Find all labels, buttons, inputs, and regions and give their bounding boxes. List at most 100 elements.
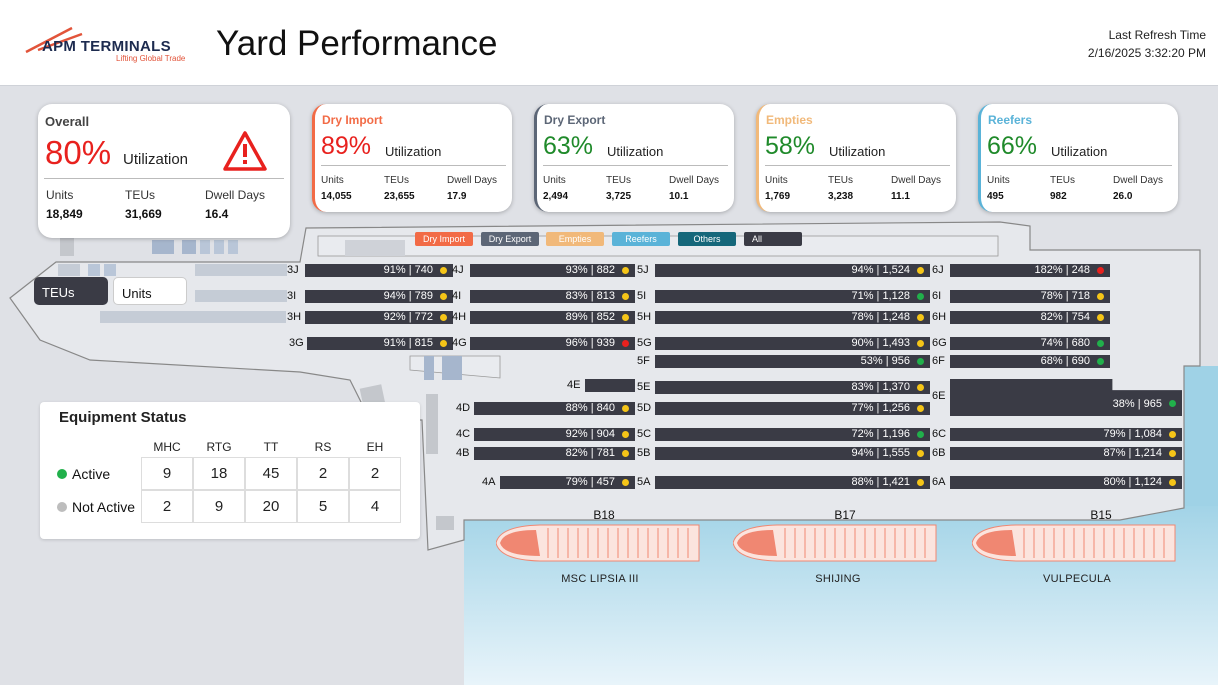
filter-empties-button[interactable]: Empties [546, 232, 604, 246]
status-dot-yellow [622, 267, 629, 274]
yard-block-4d[interactable]: 88% | 840 [474, 402, 635, 415]
units-toggle-button[interactable]: Units [113, 277, 187, 305]
units-label: Units [321, 175, 344, 186]
vessel-icon-b17[interactable] [733, 524, 937, 562]
filter-others-button[interactable]: Others [678, 232, 736, 246]
active-eh-cell: 2 [349, 457, 401, 490]
utilization-label: Utilization [1051, 144, 1108, 159]
block-utilization-text: 83% | 1,370 [851, 381, 910, 393]
yard-block-4c[interactable]: 92% | 904 [474, 428, 635, 441]
block-utilization-text: 94% | 789 [383, 290, 433, 302]
column-header-rs: RS [314, 440, 332, 454]
not-active-tt-cell: 20 [245, 490, 297, 523]
active-mhc-cell: 9 [141, 457, 193, 490]
status-dot-yellow [440, 340, 447, 347]
vessel-name-b18: MSC LIPSIA III [561, 573, 639, 585]
block-label-3g: 3G [289, 337, 304, 349]
units-label: Units [543, 175, 566, 186]
yard-block-5j[interactable]: 94% | 1,524 [655, 264, 930, 277]
yard-block-6h[interactable]: 82% | 754 [950, 311, 1110, 324]
berth-label-b15: B15 [1090, 508, 1112, 522]
status-dot-yellow [1097, 314, 1104, 321]
kpi-card-overall[interactable]: Overall 80% Utilization Units 18,849 TEU… [38, 104, 290, 238]
status-dot-yellow [917, 479, 924, 486]
yard-block-6f[interactable]: 68% | 690 [950, 355, 1110, 368]
yard-block-6j[interactable]: 182% | 248 [950, 264, 1110, 277]
yard-block-5h[interactable]: 78% | 1,248 [655, 311, 930, 324]
yard-block-5e[interactable]: 83% | 1,370 [655, 381, 930, 394]
teus-value: 3,238 [828, 191, 854, 202]
status-dot-yellow [440, 293, 447, 300]
not-active-label: Not Active [72, 499, 136, 515]
filter-reefers-button[interactable]: Reefers [612, 232, 670, 246]
utilization-value: 63% [543, 132, 594, 160]
yard-block-5c[interactable]: 72% | 1,196 [655, 428, 930, 441]
yard-block-6b[interactable]: 87% | 1,214 [950, 447, 1182, 460]
yard-block-5b[interactable]: 94% | 1,555 [655, 447, 930, 460]
units-label: Units [987, 175, 1010, 186]
yard-block-4g[interactable]: 96% | 939 [470, 337, 635, 350]
yard-block-4e[interactable] [585, 379, 635, 392]
yard-block-4a[interactable]: 79% | 457 [500, 476, 635, 489]
yard-block-6a[interactable]: 80% | 1,124 [950, 476, 1182, 489]
kpi-card-empties[interactable]: Empties 58% Utilization Units 1,769 TEUs… [756, 104, 956, 212]
units-value: 18,849 [46, 207, 83, 221]
card-title: Empties [766, 113, 813, 127]
filter-all-button[interactable]: All [744, 232, 802, 246]
vessel-name-b17: SHIJING [815, 573, 861, 585]
filter-dry-export-button[interactable]: Dry Export [481, 232, 539, 246]
yard-block-5d[interactable]: 77% | 1,256 [655, 402, 930, 415]
status-dot-green [1097, 340, 1104, 347]
block-label-5f: 5F [637, 355, 650, 367]
block-utilization-text: 182% | 248 [1034, 264, 1090, 276]
vessel-icon-b15[interactable] [972, 524, 1176, 562]
block-utilization-text: 94% | 1,524 [851, 264, 910, 276]
status-dot-green [917, 358, 924, 365]
active-rtg-cell: 18 [193, 457, 245, 490]
berth-label-b17: B17 [834, 508, 856, 522]
yard-block-5a[interactable]: 88% | 1,421 [655, 476, 930, 489]
yard-block-3g[interactable]: 91% | 815 [307, 337, 453, 350]
yard-block-5i[interactable]: 71% | 1,128 [655, 290, 930, 303]
status-dot-yellow [1169, 479, 1176, 486]
status-dot-yellow [1169, 450, 1176, 457]
yard-block-6i[interactable]: 78% | 718 [950, 290, 1110, 303]
yard-block-4h[interactable]: 89% | 852 [470, 311, 635, 324]
block-label-5e: 5E [637, 381, 651, 393]
block-utilization-text: 72% | 1,196 [851, 428, 910, 440]
units-label: Units [765, 175, 788, 186]
yard-block-4i[interactable]: 83% | 813 [470, 290, 635, 303]
units-value: 1,769 [765, 191, 791, 202]
block-label-5j: 5J [637, 264, 649, 276]
vessel-name-b15: VULPECULA [1042, 573, 1112, 585]
kpi-card-dry-export[interactable]: Dry Export 63% Utilization Units 2,494 T… [534, 104, 734, 212]
yard-block-3i[interactable]: 94% | 789 [305, 290, 453, 303]
kpi-card-dry-import[interactable]: Dry Import 89% Utilization Units 14,055 … [312, 104, 512, 212]
status-dot-yellow [622, 431, 629, 438]
column-header-rtg: RTG [206, 440, 232, 454]
kpi-card-reefers[interactable]: Reefers 66% Utilization Units 495 TEUs 9… [978, 104, 1178, 212]
active-label: Active [72, 466, 111, 482]
yard-block-3h[interactable]: 92% | 772 [305, 311, 453, 324]
block-label-4i: 4I [452, 290, 462, 302]
utilization-label: Utilization [829, 144, 886, 159]
yard-block-4b[interactable]: 82% | 781 [474, 447, 635, 460]
block-label-4a: 4A [482, 476, 496, 488]
warning-icon [223, 131, 267, 171]
teus-label: TEUs [384, 175, 409, 186]
block-label-3i: 3I [287, 290, 297, 302]
yard-block-5g[interactable]: 90% | 1,493 [655, 337, 930, 350]
status-dot-yellow [1169, 431, 1176, 438]
yard-block-6c[interactable]: 79% | 1,084 [950, 428, 1182, 441]
teus-value: 982 [1050, 191, 1067, 202]
yard-block-3j[interactable]: 91% | 740 [305, 264, 453, 277]
yard-block-5f[interactable]: 53% | 956 [655, 355, 930, 368]
yard-block-6g[interactable]: 74% | 680 [950, 337, 1110, 350]
column-header-mhc: MHC [153, 440, 181, 454]
status-dot-yellow [440, 314, 447, 321]
status-dot-green [1097, 358, 1104, 365]
yard-block-4j[interactable]: 93% | 882 [470, 264, 635, 277]
vessel-icon-b18[interactable] [496, 524, 700, 562]
filter-dry-import-button[interactable]: Dry Import [415, 232, 473, 246]
teus-toggle-button[interactable]: TEUs [34, 277, 108, 305]
